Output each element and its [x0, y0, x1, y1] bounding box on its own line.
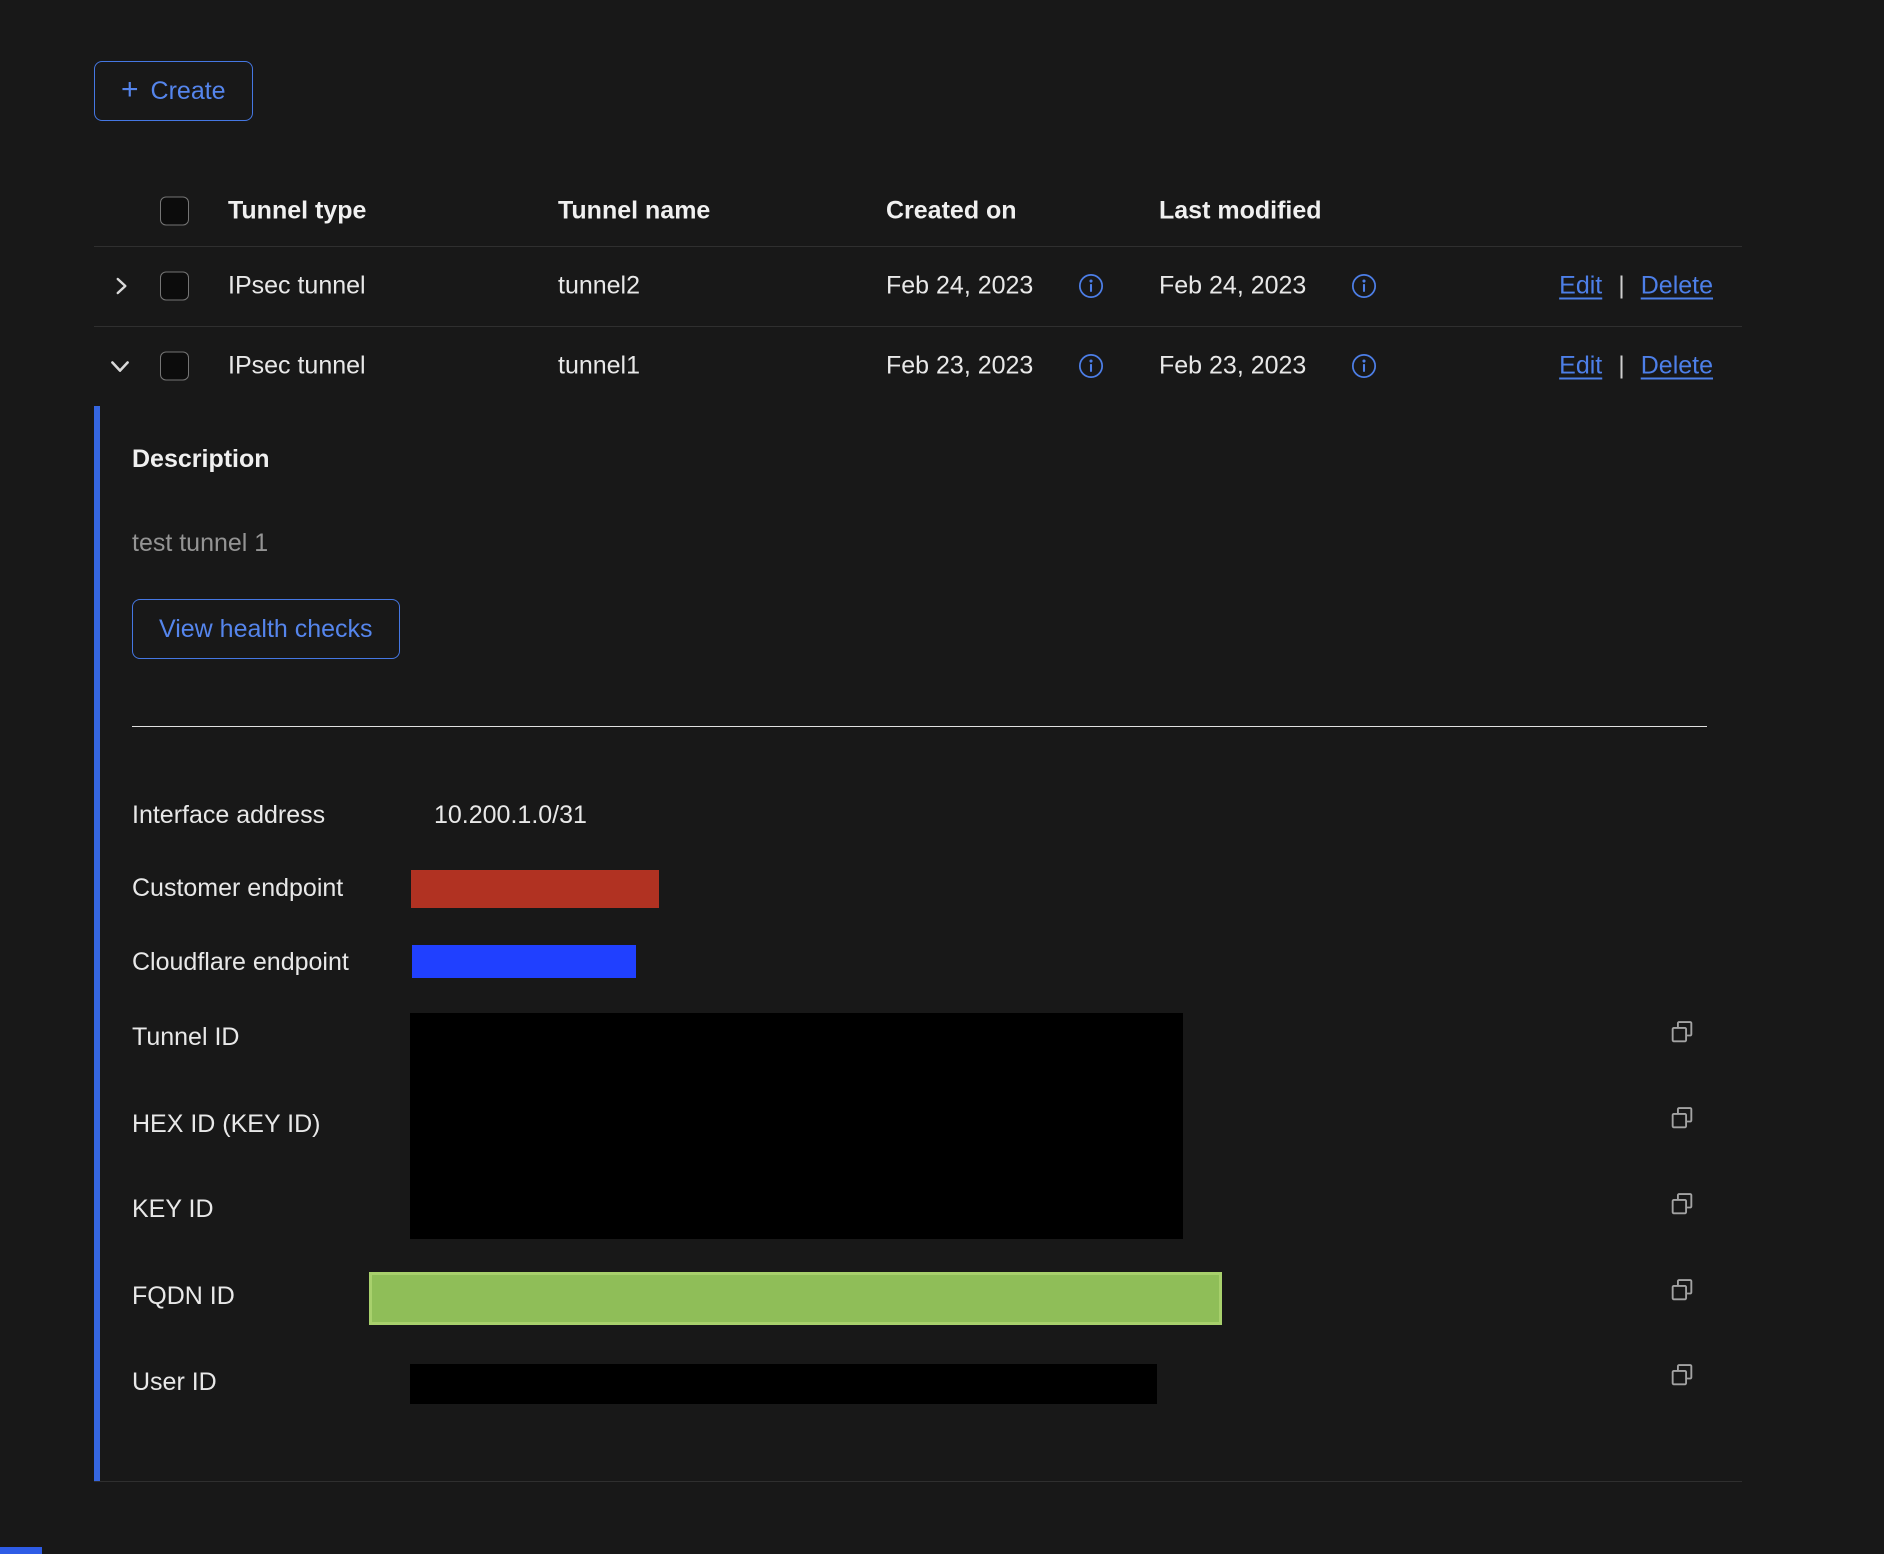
chevron-down-icon[interactable] [106, 352, 134, 380]
customer-endpoint-redacted-value [411, 870, 659, 908]
row-actions: Edit | Delete [1559, 272, 1713, 301]
cell-created-on: Feb 24, 2023 [886, 272, 1033, 301]
row-checkbox[interactable] [160, 352, 189, 381]
row-actions: Edit | Delete [1559, 352, 1713, 381]
table-row-tunnel1: IPsec tunnel tunnel1 Feb 23, 2023 Feb 23… [94, 326, 1742, 406]
fqdn-id-label: FQDN ID [132, 1282, 235, 1311]
user-id-label: User ID [132, 1368, 217, 1397]
info-icon[interactable] [1078, 273, 1104, 299]
column-header-created-on: Created on [886, 196, 1017, 225]
cell-last-modified: Feb 23, 2023 [1159, 352, 1306, 381]
copy-icon[interactable] [1668, 1190, 1696, 1218]
tunnel-id-redacted-value [410, 1013, 1183, 1239]
expanded-tunnel-detail: Description test tunnel 1 View health ch… [94, 406, 1742, 1482]
tunnel-id-label: Tunnel ID [132, 1023, 239, 1052]
actions-separator: | [1618, 352, 1625, 381]
copy-icon[interactable] [1668, 1104, 1696, 1132]
cell-tunnel-type: IPsec tunnel [228, 352, 366, 381]
column-header-tunnel-type: Tunnel type [228, 196, 366, 225]
fqdn-id-redacted-value [369, 1272, 1222, 1325]
column-header-last-modified: Last modified [1159, 196, 1322, 225]
description-text: test tunnel 1 [132, 529, 268, 558]
delete-link[interactable]: Delete [1641, 352, 1713, 381]
edit-link[interactable]: Edit [1559, 272, 1602, 301]
horizontal-scrollbar-thumb[interactable] [0, 1547, 42, 1554]
view-health-checks-label: View health checks [159, 615, 373, 644]
plus-icon: + [121, 75, 139, 105]
key-id-label: KEY ID [132, 1195, 214, 1224]
select-all-checkbox[interactable] [160, 196, 189, 225]
cloudflare-endpoint-label: Cloudflare endpoint [132, 948, 349, 977]
column-header-tunnel-name: Tunnel name [558, 196, 710, 225]
cell-last-modified: Feb 24, 2023 [1159, 272, 1306, 301]
section-divider [132, 726, 1707, 727]
interface-address-value: 10.200.1.0/31 [434, 801, 587, 830]
cell-tunnel-name: tunnel2 [558, 272, 640, 301]
cell-tunnel-type: IPsec tunnel [228, 272, 366, 301]
table-header: Tunnel type Tunnel name Created on Last … [94, 175, 1742, 247]
actions-separator: | [1618, 272, 1625, 301]
info-icon[interactable] [1078, 353, 1104, 379]
edit-link[interactable]: Edit [1559, 352, 1602, 381]
tunnels-page: + Create Tunnel type Tunnel name Created… [0, 0, 1884, 1554]
info-icon[interactable] [1351, 273, 1377, 299]
interface-address-label: Interface address [132, 801, 325, 830]
view-health-checks-button[interactable]: View health checks [132, 599, 400, 659]
customer-endpoint-label: Customer endpoint [132, 874, 343, 903]
hex-id-label: HEX ID (KEY ID) [132, 1110, 320, 1139]
description-label: Description [132, 445, 270, 474]
row-checkbox[interactable] [160, 272, 189, 301]
cell-tunnel-name: tunnel1 [558, 352, 640, 381]
cell-created-on: Feb 23, 2023 [886, 352, 1033, 381]
info-icon[interactable] [1351, 353, 1377, 379]
table-row-tunnel2: IPsec tunnel tunnel2 Feb 24, 2023 Feb 24… [94, 246, 1742, 327]
panel-accent-bar [94, 406, 100, 1481]
copy-icon[interactable] [1668, 1276, 1696, 1304]
chevron-right-icon[interactable] [108, 273, 134, 299]
copy-icon[interactable] [1668, 1018, 1696, 1046]
create-button-label: Create [151, 77, 226, 106]
delete-link[interactable]: Delete [1641, 272, 1713, 301]
user-id-redacted-value [410, 1364, 1157, 1404]
copy-icon[interactable] [1668, 1361, 1696, 1389]
create-button[interactable]: + Create [94, 61, 253, 121]
cloudflare-endpoint-redacted-value [412, 945, 636, 978]
